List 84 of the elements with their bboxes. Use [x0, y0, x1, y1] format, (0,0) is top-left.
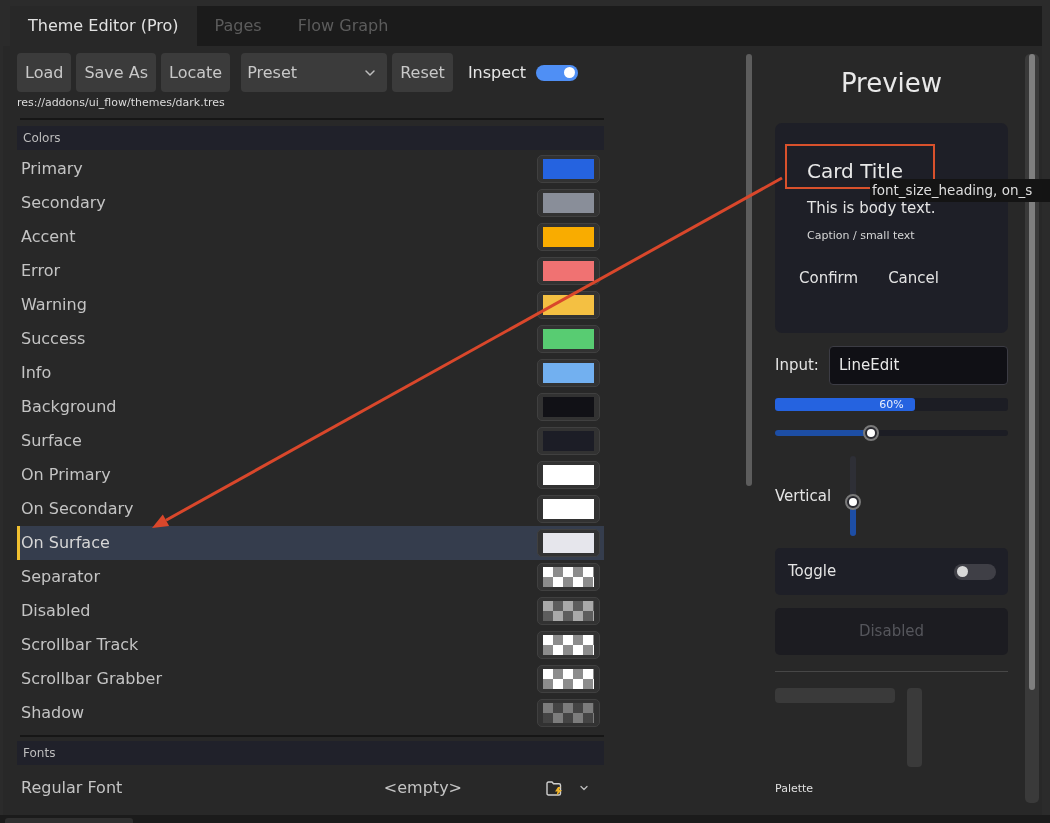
- body-text: This is body text.: [807, 199, 937, 217]
- palette-label: Palette: [775, 782, 815, 796]
- color-label: Scrollbar Grabber: [21, 668, 162, 690]
- inspect-label: Inspect: [467, 61, 527, 84]
- folder-icon[interactable]: [546, 780, 563, 796]
- color-label: Error: [21, 260, 60, 282]
- slider-thumb[interactable]: [845, 494, 861, 511]
- toggle-switch[interactable]: [954, 563, 996, 580]
- color-row[interactable]: Shadow: [17, 696, 604, 730]
- selection-bar: [17, 526, 20, 560]
- color-label: On Surface: [21, 532, 110, 554]
- toolbar-button[interactable]: Save As: [76, 53, 157, 92]
- toggle-button[interactable]: Toggle: [775, 548, 1008, 595]
- toolbar-button[interactable]: Load: [17, 53, 72, 92]
- input-label: Input:: [775, 355, 819, 377]
- toolbar-button[interactable]: Locate: [161, 53, 231, 92]
- color-label: Success: [21, 328, 86, 350]
- color-picker-button[interactable]: [537, 359, 600, 387]
- progress-label: 60%: [879, 398, 904, 411]
- color-label: On Primary: [21, 464, 111, 486]
- inspector-tooltip: font_size_heading, on_s: [870, 179, 1050, 202]
- color-label: Warning: [21, 294, 87, 316]
- color-label: Background: [21, 396, 117, 418]
- section-title: Fonts: [23, 745, 56, 762]
- color-row[interactable]: Primary: [17, 152, 604, 186]
- color-label: Separator: [21, 566, 100, 588]
- color-picker-button[interactable]: [537, 189, 600, 217]
- slider-thumb[interactable]: [862, 425, 879, 441]
- color-picker-button[interactable]: [537, 631, 600, 659]
- color-row[interactable]: Secondary: [17, 186, 604, 220]
- color-picker-button[interactable]: [537, 257, 600, 285]
- color-row[interactable]: On Primary: [17, 458, 604, 492]
- vertical-slider[interactable]: [845, 456, 861, 536]
- color-picker-button[interactable]: [537, 597, 600, 625]
- toolbar-button[interactable]: Reset: [392, 53, 453, 92]
- font-value: <empty>: [383, 777, 462, 799]
- color-row[interactable]: Info: [17, 356, 604, 390]
- preset-dropdown[interactable]: Preset: [241, 53, 388, 92]
- font-label: Regular Font: [21, 777, 124, 799]
- color-picker-button[interactable]: [537, 291, 600, 319]
- color-row[interactable]: Surface: [17, 424, 604, 458]
- inspect-toggle[interactable]: [536, 64, 579, 81]
- vertical-label: Vertical: [775, 485, 833, 507]
- color-label: Accent: [21, 226, 76, 248]
- color-row[interactable]: Separator: [17, 560, 604, 594]
- slider[interactable]: [775, 425, 1008, 441]
- color-label: Scrollbar Track: [21, 634, 139, 656]
- color-label: Info: [21, 362, 52, 384]
- color-picker-button[interactable]: [537, 529, 600, 557]
- color-label: Surface: [21, 430, 82, 452]
- color-row[interactable]: Scrollbar Track: [17, 628, 604, 662]
- color-row[interactable]: On Surface: [17, 526, 604, 560]
- color-row[interactable]: Warning: [17, 288, 604, 322]
- color-picker-button[interactable]: [537, 699, 600, 727]
- color-label: Primary: [21, 158, 83, 180]
- color-picker-button[interactable]: [537, 563, 600, 591]
- section-title: Colors: [23, 130, 61, 147]
- scrollbar-thumb[interactable]: [746, 54, 752, 486]
- preview-title: Preview: [840, 68, 943, 100]
- color-row[interactable]: Background: [17, 390, 604, 424]
- card-button[interactable]: Confirm: [787, 261, 871, 295]
- color-row[interactable]: On Secondary: [17, 492, 604, 526]
- file-path: res://addons/ui_flow/themes/dark.tres: [17, 96, 226, 110]
- color-label: Disabled: [21, 600, 91, 622]
- card-button[interactable]: Cancel: [876, 261, 951, 295]
- color-picker-button[interactable]: [537, 223, 600, 251]
- color-row[interactable]: Error: [17, 254, 604, 288]
- color-label: Secondary: [21, 192, 106, 214]
- color-label: Shadow: [21, 702, 85, 724]
- color-row[interactable]: Scrollbar Grabber: [17, 662, 604, 696]
- color-picker-button[interactable]: [537, 427, 600, 455]
- color-picker-button[interactable]: [537, 495, 600, 523]
- color-picker-button[interactable]: [537, 461, 600, 489]
- color-row[interactable]: Disabled: [17, 594, 604, 628]
- color-row[interactable]: Accent: [17, 220, 604, 254]
- color-label: On Secondary: [21, 498, 134, 520]
- caption-text: Caption / small text: [807, 229, 916, 243]
- color-picker-button[interactable]: [537, 325, 600, 353]
- color-picker-button[interactable]: [537, 393, 600, 421]
- color-row[interactable]: Success: [17, 322, 604, 356]
- dropdown-value: Preset: [247, 61, 298, 84]
- line-edit-field[interactable]: LineEdit: [829, 346, 1008, 385]
- color-picker-button[interactable]: [537, 155, 600, 183]
- color-picker-button[interactable]: [537, 665, 600, 693]
